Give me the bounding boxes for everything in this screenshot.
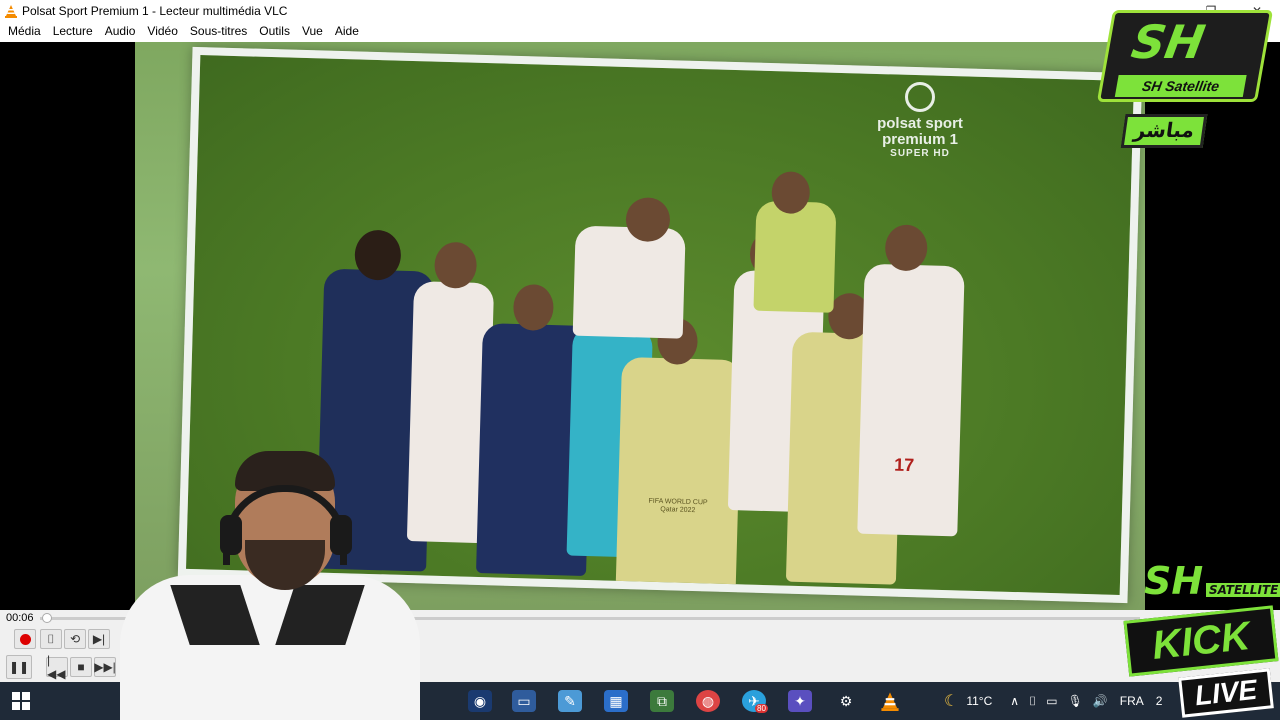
weather-temp[interactable]: 11°C bbox=[966, 694, 992, 708]
network-icon[interactable]: ▭ bbox=[1046, 694, 1057, 708]
pause-button[interactable]: ❚❚ bbox=[6, 655, 32, 679]
gear-icon[interactable]: ⚙ bbox=[834, 690, 858, 712]
sh-satellite-logo: SH SH Satellite bbox=[1096, 10, 1274, 105]
usb-icon[interactable]: ⌷ bbox=[1029, 694, 1036, 709]
record-icon bbox=[19, 633, 31, 645]
vlc-taskbar-icon[interactable] bbox=[878, 690, 902, 712]
taskbar-app-2[interactable]: ▭ bbox=[512, 690, 536, 712]
microphone-icon[interactable]: 🎙 bbox=[1068, 694, 1083, 708]
menu-media[interactable]: Média bbox=[2, 21, 47, 42]
elapsed-time: 00:06 bbox=[6, 612, 34, 624]
windows-start-icon[interactable] bbox=[12, 692, 30, 710]
taskbar-app-1[interactable]: ◉ bbox=[468, 690, 492, 712]
moon-icon: ☾ bbox=[944, 693, 959, 710]
volume-icon[interactable]: 🔊 bbox=[1093, 694, 1108, 708]
window-titlebar: Polsat Sport Premium 1 - Lecteur multimé… bbox=[0, 0, 1280, 21]
record-button[interactable] bbox=[14, 629, 36, 649]
polsat-ball-icon bbox=[905, 82, 935, 112]
menu-lecture[interactable]: Lecture bbox=[47, 21, 99, 42]
menu-view[interactable]: Vue bbox=[296, 21, 329, 42]
menu-help[interactable]: Aide bbox=[329, 21, 365, 42]
vlc-cone-icon bbox=[5, 4, 17, 18]
taskbar-app-3[interactable]: ✎ bbox=[558, 690, 582, 712]
jersey-number: 17 bbox=[893, 454, 915, 476]
live-arabic-badge: مباشر bbox=[1120, 114, 1208, 148]
menu-subtitles[interactable]: Sous-titres bbox=[184, 21, 253, 42]
streamer-shirt bbox=[120, 575, 420, 720]
pause-icon: ❚❚ bbox=[8, 660, 30, 674]
taskbar-app-5[interactable]: ⧉ bbox=[650, 690, 674, 712]
menu-video[interactable]: Vidéo bbox=[141, 21, 183, 42]
window-title: Polsat Sport Premium 1 - Lecteur multimé… bbox=[22, 3, 288, 18]
menu-tools[interactable]: Outils bbox=[253, 21, 296, 42]
menu-audio[interactable]: Audio bbox=[99, 21, 142, 42]
taskbar-app-8[interactable]: ✦ bbox=[788, 690, 812, 712]
taskbar-chrome[interactable]: ◍ bbox=[696, 690, 720, 712]
menu-bar: Média Lecture Audio Vidéo Sous-titres Ou… bbox=[0, 21, 1280, 42]
chevron-up-icon[interactable]: ∧ bbox=[1010, 694, 1019, 708]
webcam-overlay bbox=[40, 445, 440, 720]
telegram-badge: 80 bbox=[755, 704, 768, 713]
polsat-channel-logo: polsat sport premium 1 SUPER HD bbox=[855, 82, 985, 160]
kick-live-logo: SH SATELLITE KICK LIVE bbox=[1120, 555, 1280, 720]
bib-text: FIFA WORLD CUP Qatar 2022 bbox=[648, 497, 708, 515]
taskbar-calculator[interactable]: ▦ bbox=[604, 690, 628, 712]
